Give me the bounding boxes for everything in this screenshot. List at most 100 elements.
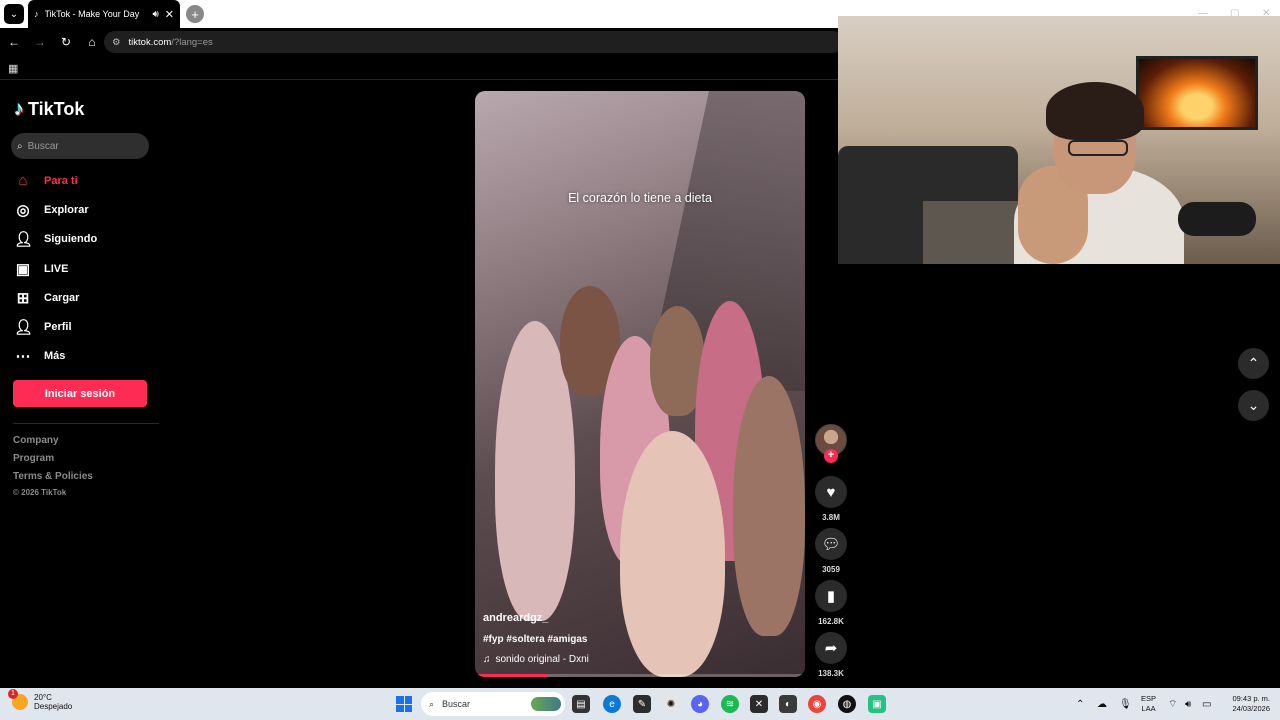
logo-text: TikTok (28, 99, 85, 119)
like-action[interactable]: ♥ 3.8M (815, 476, 847, 522)
comment-action[interactable]: 💬︎ 3059 (815, 528, 847, 574)
video-sound[interactable]: ♫ sonido original - Dxni (483, 654, 589, 665)
save-action[interactable]: ▮ 162.8K (815, 580, 847, 626)
copyright: © 2026 TikTok (13, 488, 67, 497)
language-indicator[interactable]: ESP LAA (1141, 694, 1156, 714)
sidebar-item-perfil[interactable]: 👤︎ Perfil (14, 312, 164, 341)
forward-button[interactable]: → (28, 30, 52, 54)
follow-plus-icon[interactable]: + (824, 449, 838, 463)
compass-icon: ◎ (16, 201, 30, 219)
url-field[interactable]: ⚙ tiktok.com/?lang=es (104, 31, 844, 53)
save-count: 162.8K (818, 617, 844, 626)
wifi-icon[interactable]: ⌔ (1168, 688, 1177, 720)
more-icon: ⋯ (15, 348, 31, 366)
arrow-right-icon: → (34, 35, 46, 49)
chrome-icon[interactable]: ◉ (808, 695, 826, 713)
sidebar-item-label: Siguiendo (44, 233, 98, 246)
sidebar-item-live[interactable]: ▣ LIVE (14, 254, 164, 283)
search-icon: ⌕ (17, 140, 23, 152)
task-view-icon[interactable]: ▤ (572, 695, 590, 713)
home-icon: ⌂ (18, 172, 28, 190)
green-app-icon[interactable]: ▣ (868, 695, 886, 713)
tab-title: TikTok - Make Your Day (44, 9, 140, 19)
sidebar-item-label: Cargar (44, 291, 80, 304)
discord-icon[interactable]: ◕ (691, 695, 709, 713)
video-figure (733, 376, 805, 636)
next-video-button[interactable]: ⌄ (1238, 390, 1269, 421)
battery-icon[interactable]: ▭ (1202, 688, 1211, 720)
fireplace-tv (1136, 56, 1258, 130)
previous-video-button[interactable]: ⌃ (1238, 348, 1269, 379)
comment-count: 3059 (822, 565, 840, 574)
chevron-up-icon[interactable]: ⌃ (1076, 688, 1084, 720)
footer-link-program[interactable]: Program (13, 453, 93, 471)
share-action[interactable]: ➦ 138.3K (815, 632, 847, 678)
like-count: 3.8M (822, 513, 840, 522)
sidebar-item-cargar[interactable]: ⊞ Cargar (14, 283, 164, 312)
heart-icon[interactable]: ♥ (815, 476, 847, 508)
taskbar-search[interactable]: ⌕ Buscar (421, 692, 565, 716)
volume-icon[interactable]: 🔊︎ (1185, 688, 1191, 720)
app-icon[interactable]: ◐ (779, 695, 797, 713)
clock-date: 24/03/2026 (1232, 704, 1270, 713)
notes-app-icon[interactable]: ✎ (633, 695, 651, 713)
footer-link-company[interactable]: Company (13, 435, 93, 453)
search-highlight-image (531, 697, 561, 711)
share-arrow-icon[interactable]: ➦ (815, 632, 847, 664)
weather-temperature: 20°C (34, 693, 52, 702)
tiktok-favicon-icon: ♪ (34, 9, 39, 19)
network-app-icon[interactable]: ☁ (1097, 688, 1107, 720)
system-clock[interactable]: 09:43 p. m. 24/03/2026 (1224, 694, 1270, 714)
sidebar: ♪ TikTok ⌕ ⌂ Para ti ◎ Explorar 👤︎ Sigui… (0, 80, 165, 688)
microphone (1178, 202, 1256, 236)
clock-time: 09:43 p. m. (1232, 694, 1270, 703)
footer-link-terms[interactable]: Terms & Policies (13, 471, 93, 489)
video-player[interactable]: El corazón lo tiene a dieta andreardgz_ … (475, 91, 805, 677)
home-button[interactable]: ⌂ (80, 30, 104, 54)
sidebar-item-label: Para ti (44, 174, 78, 187)
obs-icon[interactable]: ◍ (838, 695, 856, 713)
video-hashtags[interactable]: #fyp #soltera #amigas (483, 634, 588, 645)
apps-grid-icon[interactable]: ▦ (8, 62, 18, 75)
share-count: 138.3K (818, 669, 844, 678)
sidebar-item-label: Más (44, 350, 66, 363)
edge-icon[interactable]: e (603, 695, 621, 713)
url-host: tiktok.com (128, 36, 172, 48)
tiktok-logo[interactable]: ♪ TikTok (14, 98, 84, 121)
chevron-down-icon: ⌄ (1247, 397, 1260, 413)
music-note-icon: ♫ (483, 654, 491, 665)
capcut-icon[interactable]: ✕ (750, 695, 768, 713)
weather-widget[interactable]: 1 20°C Despejado (8, 689, 72, 711)
webcam-overlay (838, 16, 1280, 264)
search-input[interactable] (27, 140, 128, 152)
tab-list-button[interactable]: ⌄ (4, 4, 24, 24)
sidebar-item-explorar[interactable]: ◎ Explorar (14, 195, 164, 224)
close-tab-icon[interactable]: ✕ (165, 8, 174, 21)
reload-button[interactable]: ↻ (54, 30, 78, 54)
browser-tab[interactable]: ♪ TikTok - Make Your Day 🔊︎ ✕ (28, 0, 180, 28)
comment-icon[interactable]: 💬︎ (815, 528, 847, 560)
search-box[interactable]: ⌕ (11, 133, 149, 159)
spotify-icon[interactable]: ≋ (721, 695, 739, 713)
login-button[interactable]: Iniciar sesión (13, 380, 147, 407)
microphone-icon[interactable]: 🎙︎ (1119, 688, 1132, 720)
speaker-icon[interactable]: 🔊︎ (152, 9, 158, 20)
video-username[interactable]: andreardgz_ (483, 612, 548, 624)
back-button[interactable]: ← (2, 30, 26, 54)
video-sound-label: sonido original - Dxni (495, 654, 589, 665)
sidebar-item-mas[interactable]: ⋯ Más (14, 342, 164, 371)
windows-start-icon[interactable] (396, 696, 412, 712)
sidebar-item-siguiendo[interactable]: 👤︎ Siguiendo (14, 225, 164, 254)
sun-icon: 1 (8, 689, 28, 710)
video-progress-bar[interactable] (475, 674, 805, 677)
site-info-icon[interactable]: ⚙ (112, 37, 121, 48)
sidebar-item-para-ti[interactable]: ⌂ Para ti (14, 166, 164, 195)
taskbar-search-placeholder: Buscar (442, 699, 471, 709)
plus-icon: + (191, 6, 199, 22)
streamer-hair (1046, 82, 1144, 140)
chatgpt-icon[interactable]: ✺ (662, 695, 680, 713)
bookmark-icon[interactable]: ▮ (815, 580, 847, 612)
search-icon: ⌕ (429, 698, 435, 709)
new-tab-button[interactable]: + (186, 5, 204, 23)
footer-links: Company Program Terms & Policies (13, 435, 93, 489)
